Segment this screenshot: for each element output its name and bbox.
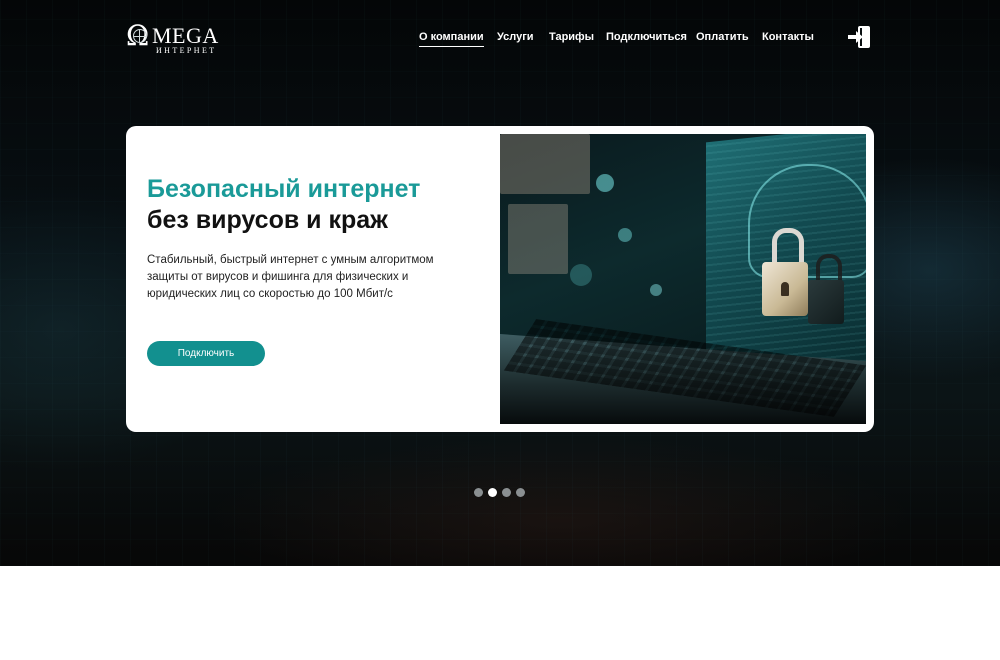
hero-title: Безопасный интернет без вирусов и краж (147, 174, 487, 236)
padlock-icon (808, 280, 844, 324)
hero-description: Стабильный, быстрый интернет с умным алг… (147, 254, 434, 300)
hero-title-line1: Безопасный интернет (147, 175, 421, 203)
hero-title-line2: без вирусов и краж (147, 206, 388, 234)
cloud-outline (748, 164, 866, 278)
laptop-padlock-image (500, 134, 866, 424)
menu-item-tariffs[interactable]: Тарифы (549, 31, 594, 46)
background-light (508, 204, 568, 274)
keyhole (781, 282, 789, 296)
slider-dot-3[interactable] (502, 488, 511, 497)
hero-section: Ω MEGA ИНТЕРНЕТ О компании Услуги Тарифы… (0, 0, 1000, 566)
slider-dot-2[interactable] (488, 488, 497, 497)
menu-item-pay[interactable]: Оплатить (696, 31, 749, 46)
brand-name: MEGA (152, 23, 219, 48)
menu-item-contacts[interactable]: Контакты (762, 31, 814, 46)
arrow-head (856, 31, 863, 43)
globe-icon (133, 29, 147, 43)
hero-card: Безопасный интернет без вирусов и краж С… (126, 126, 874, 432)
connect-button[interactable]: Подключить (147, 341, 265, 366)
bokeh-light (618, 228, 632, 242)
login-icon[interactable] (846, 24, 876, 52)
header-nav: Ω MEGA ИНТЕРНЕТ О компании Услуги Тарифы… (0, 0, 1000, 80)
brand-logo[interactable]: Ω MEGA ИНТЕРНЕТ (126, 21, 230, 56)
menu-item-services[interactable]: Услуги (497, 31, 534, 46)
brand-subtitle: ИНТЕРНЕТ (156, 46, 217, 55)
menu-item-about[interactable]: О компании (419, 31, 484, 47)
bokeh-light (596, 174, 614, 192)
slider-dot-1[interactable] (474, 488, 483, 497)
bokeh-light (570, 264, 592, 286)
slider-dot-4[interactable] (516, 488, 525, 497)
menu-item-connect[interactable]: Подключиться (606, 31, 687, 46)
background-light (500, 134, 590, 194)
bokeh-light (650, 284, 662, 296)
